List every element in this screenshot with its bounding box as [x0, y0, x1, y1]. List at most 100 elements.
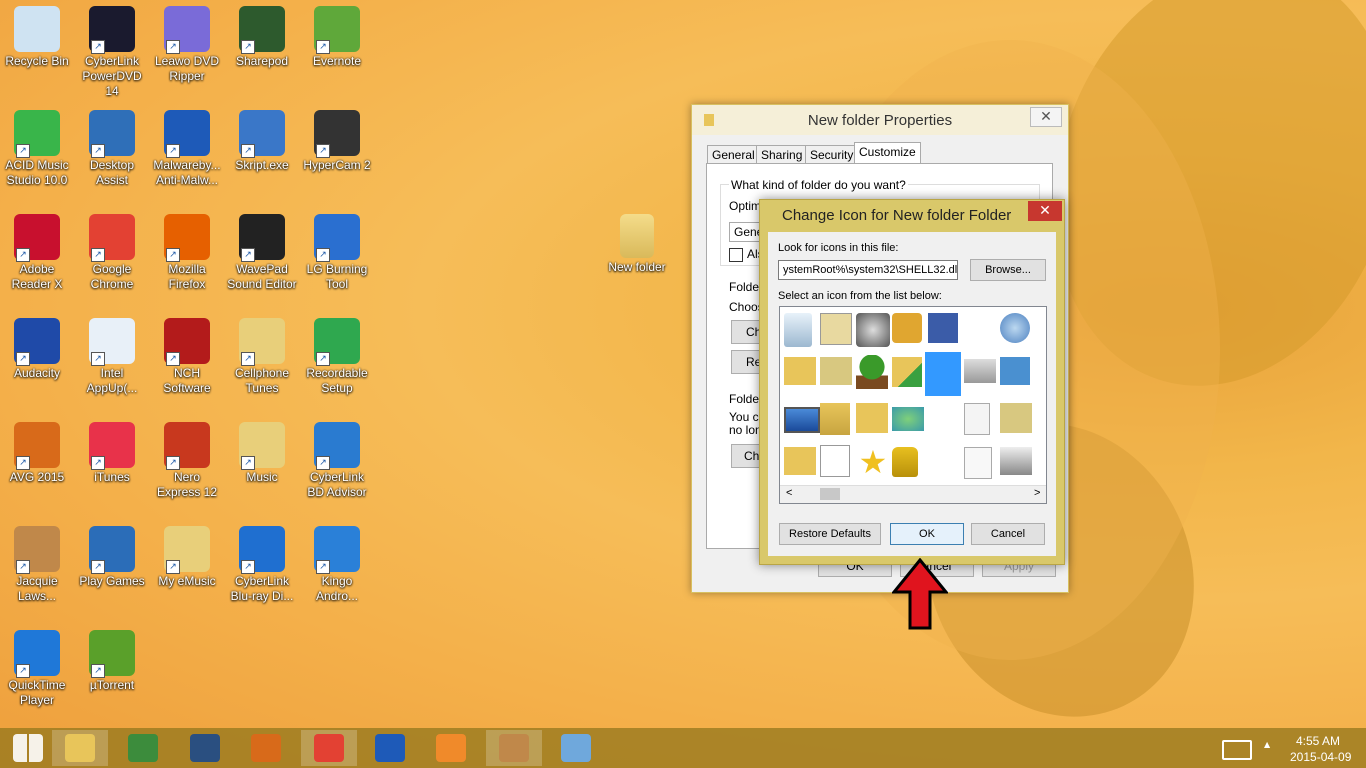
folder-key-icon[interactable] — [784, 447, 816, 475]
desktop-icon-lg-burning[interactable]: ↗ LG Burning Tool — [301, 214, 373, 292]
printer-help-icon[interactable] — [964, 359, 996, 383]
desktop-icon-jacquie[interactable]: ↗ Jacquie Laws... — [1, 526, 73, 604]
sync-icon[interactable] — [892, 407, 924, 431]
desktop-icon-avg[interactable]: ↗ AVG 2015 — [1, 422, 73, 485]
desktop-icon-folder[interactable]: ↗ Music — [226, 422, 298, 485]
desktop-icon-quicktime[interactable]: ↗ QuickTime Player — [1, 630, 73, 708]
desktop-icon-folder[interactable]: ↗ Cellphone Tunes — [226, 318, 298, 396]
icon-file-path-input[interactable]: ystemRoot%\system32\SHELL32.dll — [778, 260, 958, 280]
desktop-icon-adobe-reader[interactable]: ↗ Adobe Reader X — [1, 214, 73, 292]
taskbar-button-malwarebytes-taskbar[interactable] — [362, 730, 418, 766]
network-icon[interactable] — [1000, 357, 1030, 385]
desktop-icon-chrome[interactable]: ↗ Google Chrome — [76, 214, 148, 292]
desktop-icon-audacity[interactable]: ↗ Audacity — [1, 318, 73, 381]
desktop-icon-label: Jacquie Laws... — [16, 574, 58, 603]
desktop-icon-nch[interactable]: ↗ NCH Software — [151, 318, 223, 396]
folder-printer-icon[interactable] — [1000, 403, 1032, 433]
folder-up-icon[interactable] — [892, 357, 922, 387]
desktop-icon-dvd-ripper[interactable]: ↗ Leawo DVD Ripper — [151, 6, 223, 84]
taskbar-button-avg-taskbar[interactable] — [238, 730, 294, 766]
tab-security[interactable]: Security — [805, 145, 859, 164]
change-icon-close-button[interactable]: ✕ — [1028, 201, 1062, 221]
desktop-icon-label: Mozilla Firefox — [168, 262, 206, 291]
desktop-icon-wavepad[interactable]: ↗ WavePad Sound Editor — [226, 214, 298, 292]
clock-date[interactable]: 2015-04-09 — [1290, 750, 1351, 764]
apply-subfolders-checkbox[interactable] — [729, 248, 743, 262]
desktop-icon-recycle-bin[interactable]: Recycle Bin — [1, 6, 73, 69]
scroll-thumb[interactable] — [820, 488, 840, 500]
scroll-right-arrow[interactable]: > — [1034, 487, 1040, 499]
desktop-icon-powerdvd[interactable]: ↗ CyberLink PowerDVD 14 — [76, 6, 148, 99]
magnifier-globe-icon[interactable] — [1000, 313, 1030, 343]
desktop-icon-intel-appup[interactable]: ↗ Intel AppUp(... — [76, 318, 148, 396]
folder-computer-icon[interactable] — [856, 403, 888, 433]
icon-list-scrollbar[interactable]: < > — [780, 485, 1046, 503]
desktop-icon-bd-advisor[interactable]: ↗ CyberLink BD Advisor — [301, 422, 373, 500]
restore-defaults-button[interactable]: Restore Defaults — [779, 523, 881, 545]
taskbar-button-file-explorer[interactable] — [52, 730, 108, 766]
tab-customize[interactable]: Customize — [854, 142, 921, 165]
folder-icons-desc-2: no lon — [729, 423, 762, 437]
desktop-icon-label: µTorrent — [89, 678, 135, 692]
documents-icon[interactable] — [964, 403, 990, 435]
control-panel-icon[interactable] — [820, 313, 852, 345]
tray-expand-icon[interactable]: ▲ — [1264, 740, 1270, 749]
desktop-icon-folder[interactable]: ↗ My eMusic — [151, 526, 223, 589]
desktop-icon-recordable[interactable]: ↗ Recordable Setup — [301, 318, 373, 396]
selected-blank-icon[interactable] — [925, 352, 961, 396]
taskbar-button-chrome-taskbar[interactable] — [301, 730, 357, 766]
desktop-icon-hypercam[interactable]: ↗ HyperCam 2 — [301, 110, 373, 173]
clock-time[interactable]: 4:55 AM — [1296, 734, 1340, 748]
network-computer-icon[interactable] — [928, 313, 958, 343]
change-icon-ok-button[interactable]: OK — [890, 523, 964, 545]
desktop-icon-bluray[interactable]: ↗ CyberLink Blu-ray Di... — [226, 526, 298, 604]
taskbar-button-jacquie-taskbar[interactable] — [486, 730, 542, 766]
desktop-icon-malwarebytes[interactable]: ↗ Malwareby... Anti-Malw... — [151, 110, 223, 188]
taskbar-button-paint-taskbar[interactable] — [548, 730, 604, 766]
desktop-icon-play-games[interactable]: ↗ Play Games — [76, 526, 148, 589]
scroll-left-arrow[interactable]: < — [786, 487, 792, 499]
desktop-icon-label: CyberLink Blu-ray Di... — [230, 574, 294, 603]
taskbar-button-play-games-taskbar[interactable] — [115, 730, 171, 766]
monitor-icon[interactable] — [784, 407, 820, 433]
tab-sharing[interactable]: Sharing — [756, 145, 808, 164]
shortcut-arrow-icon: ↗ — [241, 144, 255, 158]
folder-shared-icon[interactable] — [784, 357, 816, 385]
desktop-icon-kingo[interactable]: ↗ Kingo Andro... — [301, 526, 373, 604]
change-icon-cancel-button[interactable]: Cancel — [971, 523, 1045, 545]
properties-close-button[interactable]: ✕ — [1030, 107, 1062, 127]
desktop-icon-new-folder[interactable]: New folder — [601, 214, 673, 275]
lock-icon[interactable] — [892, 447, 918, 477]
taskbar-button-media-taskbar[interactable] — [423, 730, 479, 766]
desktop-icon-firefox[interactable]: ↗ Mozilla Firefox — [151, 214, 223, 292]
desktop-icon-skript[interactable]: ↗ Skript.exe — [226, 110, 298, 173]
disk-drive-icon[interactable] — [856, 313, 890, 347]
star-icon[interactable]: ★ — [856, 445, 890, 479]
desktop-icon-label: Skript.exe — [235, 158, 289, 172]
taskbar-button-video-player[interactable] — [177, 730, 233, 766]
fonts-folder-icon[interactable] — [820, 403, 850, 435]
desktop-icon-sharepod[interactable]: ↗ Sharepod — [226, 6, 298, 69]
add-printer-icon[interactable] — [1000, 447, 1032, 475]
checklist-icon[interactable] — [820, 445, 850, 477]
desktop-icon-utorrent[interactable]: ↗ µTorrent — [76, 630, 148, 693]
icon-list[interactable]: ★ < > — [779, 306, 1047, 504]
properties-titlebar[interactable]: New folder Properties ✕ — [692, 105, 1068, 135]
tree-icon[interactable] — [856, 355, 888, 389]
taskbar-button-start-windows[interactable] — [0, 730, 56, 766]
printer-folder-icon[interactable] — [820, 357, 852, 385]
desktop-icon-nero[interactable]: ↗ Nero Express 12 — [151, 422, 223, 500]
desktop-icon-acid-music[interactable]: ↗ ACID Music Studio 10.0 — [1, 110, 73, 188]
search-document-icon[interactable] — [964, 447, 992, 479]
desktop-icon-evernote[interactable]: ↗ Evernote — [301, 6, 373, 69]
tab-general[interactable]: General — [707, 145, 760, 164]
shortcut-arrow-icon: ↗ — [16, 248, 30, 262]
browse-button[interactable]: Browse... — [970, 259, 1046, 281]
desktop-icon-desktop-assist[interactable]: ↗ Desktop Assist — [76, 110, 148, 188]
key-icon[interactable] — [892, 313, 922, 343]
desktop-icon-itunes[interactable]: ↗ iTunes — [76, 422, 148, 485]
desktop-icon-label: WavePad Sound Editor — [227, 262, 297, 291]
desktop-icon-label: ACID Music Studio 10.0 — [5, 158, 69, 187]
recycle-bin-icon[interactable] — [784, 313, 812, 347]
keyboard-icon[interactable] — [1222, 740, 1252, 760]
